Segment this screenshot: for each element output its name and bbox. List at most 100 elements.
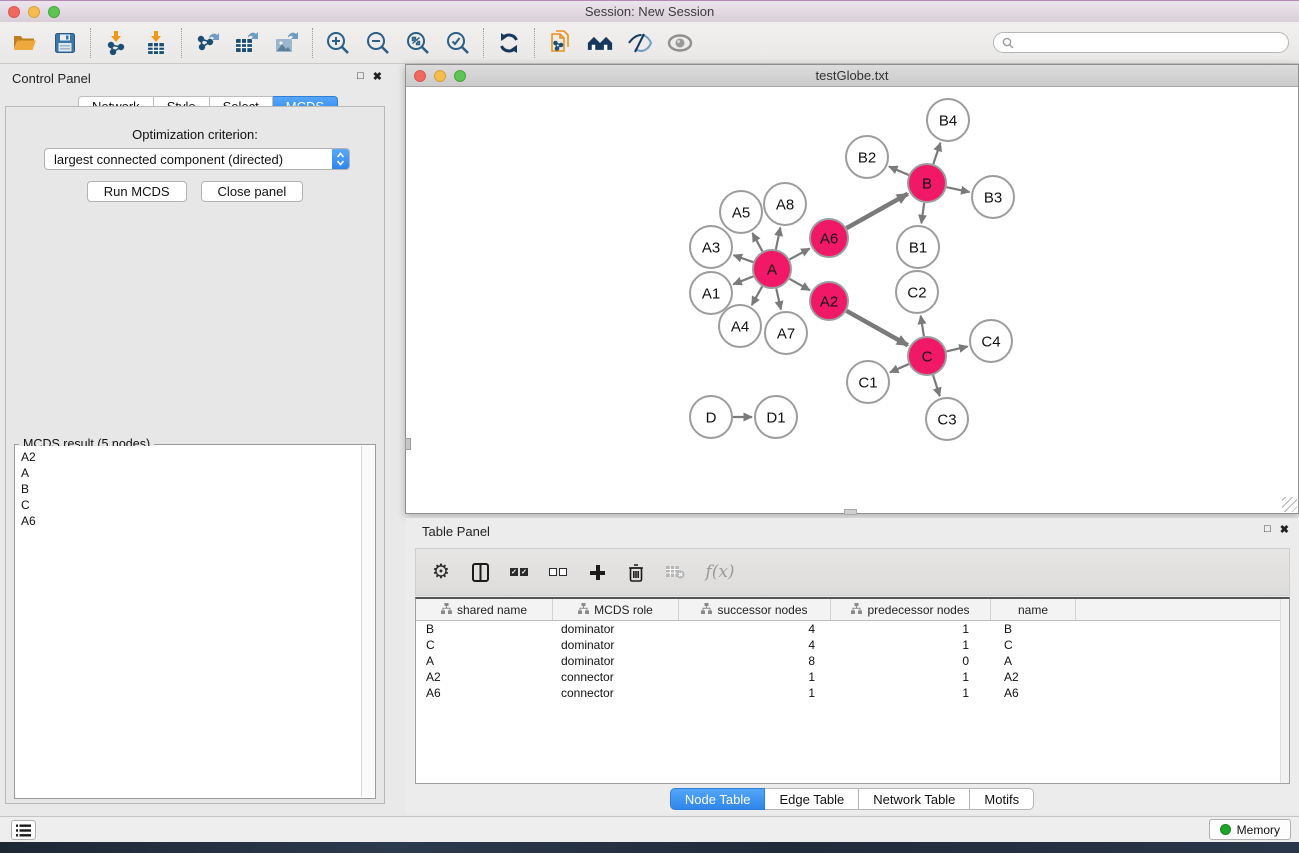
table-row[interactable]: Cdominator41C (416, 637, 1289, 653)
node-C2[interactable]: C2 (896, 271, 938, 313)
float-panel-icon[interactable]: □ (357, 70, 364, 83)
edge-A-A5[interactable] (752, 233, 762, 251)
network-maximize-button[interactable] (454, 70, 466, 82)
node-B1[interactable]: B1 (897, 226, 939, 268)
table-cell[interactable]: 1 (831, 669, 991, 685)
mcds-result-item[interactable]: A2 (21, 449, 356, 465)
network-from-selection-button[interactable] (547, 30, 573, 56)
select-all-columns-button[interactable]: ✓✓ (508, 561, 530, 583)
edge-A-A2[interactable] (789, 279, 809, 290)
edge-C-C3[interactable] (933, 375, 940, 396)
table-cell[interactable]: 4 (679, 621, 831, 637)
zoom-in-button[interactable] (325, 30, 351, 56)
table-row[interactable]: A2connector11A2 (416, 669, 1289, 685)
edge-A-A7[interactable] (776, 289, 781, 310)
network-canvas[interactable]: B4B2BB3B1A5A8A3AA1A4A7A6A2C2CC4C1C3DD1 (406, 87, 1298, 514)
table-cell[interactable]: C (416, 637, 553, 653)
table-cell[interactable]: B (416, 621, 553, 637)
search-field[interactable] (993, 32, 1289, 53)
node-D1[interactable]: D1 (755, 396, 797, 438)
node-A6[interactable]: A6 (810, 219, 848, 257)
column-header-name[interactable]: name (991, 599, 1076, 620)
zoom-out-button[interactable] (365, 30, 391, 56)
tab-node-table[interactable]: Node Table (670, 788, 766, 810)
table-cell[interactable]: A2 (991, 669, 1076, 685)
node-A2[interactable]: A2 (810, 282, 848, 320)
hide-selected-button[interactable] (627, 30, 653, 56)
table-cell[interactable]: dominator (553, 637, 679, 653)
delete-column-button[interactable] (625, 561, 647, 583)
column-header-MCDS-role[interactable]: MCDS role (553, 599, 679, 620)
tab-network-table[interactable]: Network Table (859, 788, 970, 810)
table-cell[interactable]: A (416, 653, 553, 669)
table-row[interactable]: A6connector11A6 (416, 685, 1289, 701)
import-network-button[interactable] (103, 30, 129, 56)
column-header-predecessor-nodes[interactable]: predecessor nodes (831, 599, 991, 620)
mcds-result-item[interactable]: A (21, 465, 356, 481)
table-cell[interactable]: 1 (831, 637, 991, 653)
node-A5[interactable]: A5 (720, 191, 762, 233)
mcds-result-list[interactable]: A2ABCA6 (16, 446, 361, 797)
table-cell[interactable]: 0 (831, 653, 991, 669)
tab-motifs[interactable]: Motifs (970, 788, 1034, 810)
edge-B-B3[interactable] (947, 187, 970, 192)
mcds-result-item[interactable]: A6 (21, 513, 356, 529)
node-B3[interactable]: B3 (972, 176, 1014, 218)
edge-B-B2[interactable] (889, 167, 909, 176)
table-cell[interactable]: A2 (416, 669, 553, 685)
mcds-result-scrollbar[interactable] (361, 446, 374, 797)
export-network-button[interactable] (194, 30, 220, 56)
save-session-button[interactable] (52, 30, 78, 56)
open-file-button[interactable] (12, 30, 38, 56)
function-builder-button[interactable]: f(x) (703, 561, 737, 583)
edge-A-A3[interactable] (734, 255, 754, 262)
network-canvas-area[interactable]: B4B2BB3B1A5A8A3AA1A4A7A6A2C2CC4C1C3DD1 (406, 87, 1298, 513)
export-table-button[interactable] (234, 30, 260, 56)
zoom-fit-button[interactable] (405, 30, 431, 56)
table-close-panel-icon[interactable]: ✖ (1280, 523, 1289, 536)
edge-C-C2[interactable] (921, 316, 924, 337)
close-panel-icon[interactable]: ✖ (373, 70, 382, 83)
close-window-button[interactable] (8, 6, 20, 18)
node-B4[interactable]: B4 (927, 99, 969, 141)
table-row[interactable]: Bdominator41B (416, 621, 1289, 637)
task-history-button[interactable] (11, 820, 36, 840)
node-A8[interactable]: A8 (764, 183, 806, 225)
network-splitter-handle[interactable] (844, 509, 857, 515)
edge-B-B4[interactable] (933, 143, 940, 164)
deselect-all-columns-button[interactable]: ✓✓ (547, 561, 569, 583)
mcds-result-item[interactable]: C (21, 497, 356, 513)
edge-A-A4[interactable] (752, 286, 762, 305)
network-minimize-button[interactable] (434, 70, 446, 82)
zoom-selected-button[interactable] (445, 30, 471, 56)
minimize-window-button[interactable] (28, 6, 40, 18)
network-left-scrollbar-thumb[interactable] (405, 438, 411, 450)
resize-grip-icon[interactable] (1282, 497, 1297, 512)
search-input[interactable] (1018, 36, 1280, 50)
node-C3[interactable]: C3 (926, 398, 968, 440)
edge-B-B1[interactable] (921, 203, 924, 223)
node-table-scrollbar[interactable] (1280, 599, 1289, 783)
table-cell[interactable]: 1 (679, 685, 831, 701)
table-cell[interactable]: 8 (679, 653, 831, 669)
column-header-successor-nodes[interactable]: successor nodes (679, 599, 831, 620)
table-cell[interactable]: C (991, 637, 1076, 653)
table-cell[interactable]: 4 (679, 637, 831, 653)
node-C[interactable]: C (908, 337, 946, 375)
import-table-button[interactable] (143, 30, 169, 56)
node-A[interactable]: A (753, 250, 791, 288)
delete-table-button[interactable] (664, 561, 686, 583)
table-cell[interactable]: dominator (553, 621, 679, 637)
table-cell[interactable]: 1 (831, 621, 991, 637)
show-columns-button[interactable] (469, 561, 491, 583)
optimization-criterion-select[interactable]: largest connected component (directed) (44, 148, 350, 170)
node-C1[interactable]: C1 (847, 361, 889, 403)
column-header-shared-name[interactable]: shared name (416, 599, 553, 620)
edge-A-A6[interactable] (790, 249, 810, 260)
edge-A2-C[interactable] (846, 311, 907, 345)
memory-button[interactable]: Memory (1209, 819, 1291, 840)
table-cell[interactable]: connector (553, 669, 679, 685)
maximize-window-button[interactable] (48, 6, 60, 18)
table-row[interactable]: Adominator80A (416, 653, 1289, 669)
node-C4[interactable]: C4 (970, 320, 1012, 362)
